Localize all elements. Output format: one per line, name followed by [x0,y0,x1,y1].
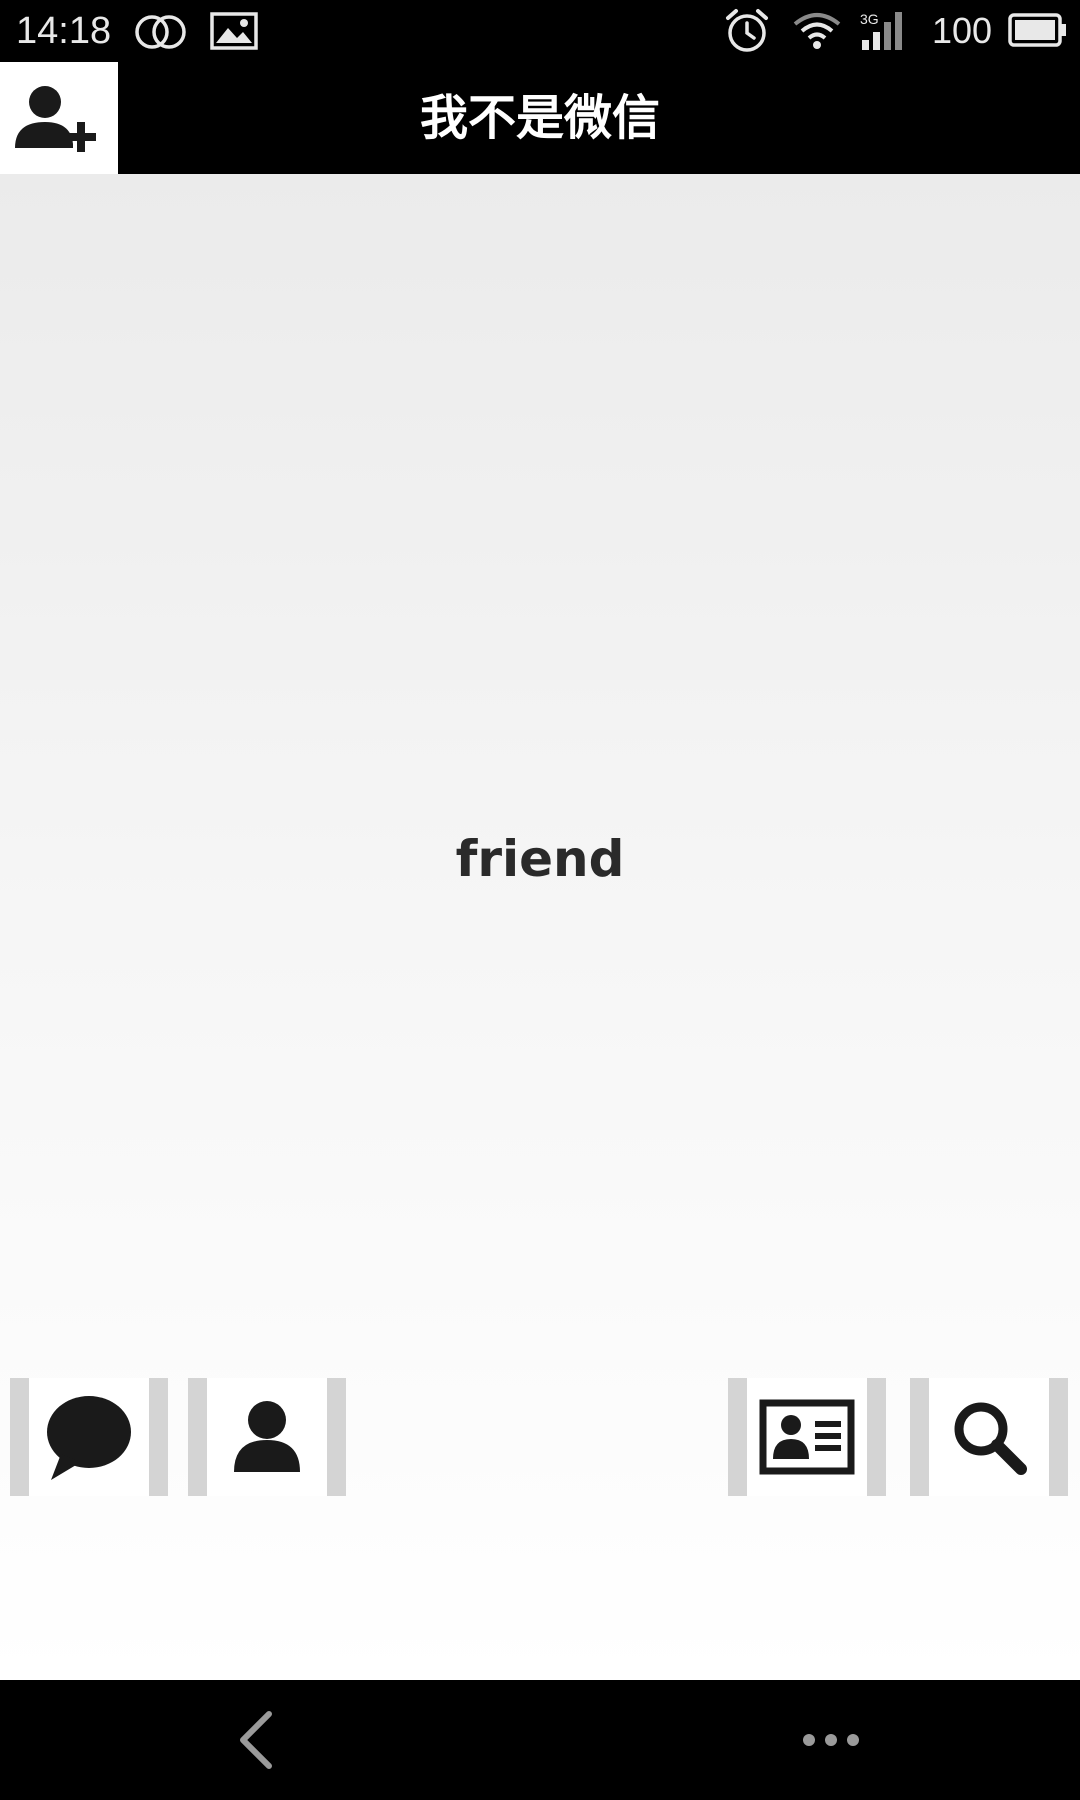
tab-profile-card[interactable] [728,1378,886,1496]
status-time: 14:18 [16,10,112,52]
page-title: 我不是微信 [419,90,660,146]
search-icon [954,1402,1027,1475]
tab-chat[interactable] [10,1378,168,1496]
add-friend-button[interactable] [0,62,118,174]
status-bar: 14:18 3G 100 [0,0,1080,62]
add-friend-icon [15,86,96,152]
svg-text:3G: 3G [860,11,879,27]
battery-percentage: 100 [932,10,993,51]
image-icon [210,12,258,50]
nav-bar [0,1680,1080,1800]
contact-card-icon [759,1399,855,1475]
wifi-icon [793,13,841,49]
tab-search[interactable] [910,1378,1068,1496]
battery-icon [1008,13,1066,47]
back-icon [240,1711,272,1769]
content-label: friend [455,830,625,888]
chat-bubble-icon [47,1396,131,1480]
signal-3g-icon: 3G [860,11,902,50]
nav-more-button[interactable] [786,1710,876,1770]
alarm-icon [726,9,768,52]
tab-contacts[interactable] [188,1378,346,1496]
nav-back-button[interactable] [220,1702,290,1778]
circles-icon [135,15,186,49]
more-icon [803,1734,859,1746]
person-icon [234,1401,300,1472]
title-bar: 我不是微信 [0,62,1080,174]
